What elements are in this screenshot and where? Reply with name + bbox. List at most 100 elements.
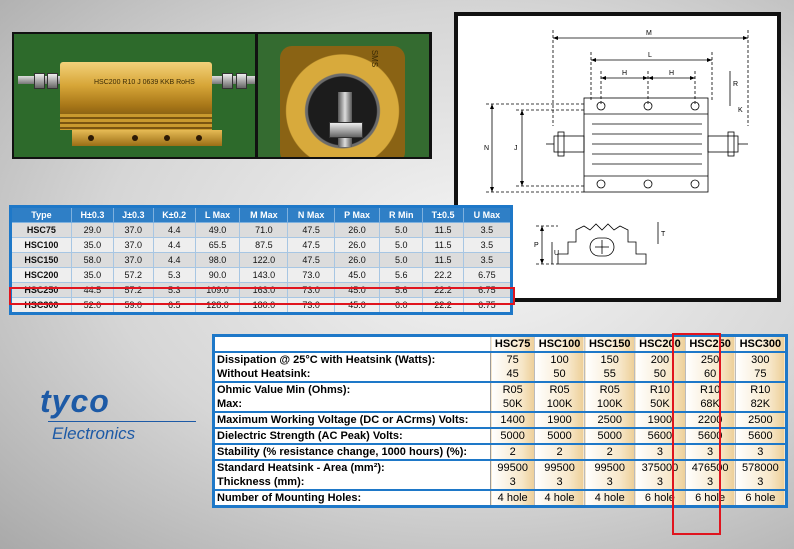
resistor-side-photo: HSC200 R10 J 0639 KKB RoHS bbox=[14, 34, 255, 157]
spec-value: 3 bbox=[684, 443, 736, 460]
dimension-cell: 122.0 bbox=[239, 252, 289, 268]
spec-value: 5600 bbox=[684, 427, 736, 444]
dimension-cell: 109.0 bbox=[194, 282, 241, 298]
spec-row: Dissipation @ 25°C with Heatsink (Watts)… bbox=[213, 351, 787, 367]
spec-value: 2 bbox=[584, 443, 635, 460]
dim-label-h2: H bbox=[669, 70, 674, 77]
spec-value: 5600 bbox=[634, 427, 686, 444]
dimension-cell: 5.0 bbox=[379, 222, 424, 238]
spec-value: R10 bbox=[734, 381, 787, 397]
spec-value: 1900 bbox=[634, 411, 686, 428]
dim-label-t: T bbox=[661, 231, 666, 238]
spec-value: 476500 bbox=[684, 459, 736, 475]
dimension-cell: 87.5 bbox=[239, 237, 289, 253]
dimension-cell: 180.0 bbox=[239, 297, 289, 314]
dimension-cell: 26.0 bbox=[333, 222, 381, 238]
spec-value: 1900 bbox=[533, 411, 585, 428]
spec-value: R05 bbox=[533, 381, 585, 397]
spec-row: Max: 50K 100K 100K 50K 68K 82K bbox=[213, 397, 787, 412]
spec-label: Dissipation @ 25°C with Heatsink (Watts)… bbox=[213, 351, 492, 367]
dimension-cell: 11.5 bbox=[422, 222, 464, 238]
dimension-cell: 22.2 bbox=[422, 297, 464, 314]
spec-value: 6 hole bbox=[684, 489, 736, 507]
dimension-cell: 128.0 bbox=[194, 297, 241, 314]
dimension-cell: 45.0 bbox=[333, 267, 381, 283]
spec-value: 3 bbox=[584, 475, 635, 490]
spec-label: Without Heatsink: bbox=[213, 367, 492, 382]
spec-value: 578000 bbox=[734, 459, 787, 475]
spec-value: 75 bbox=[734, 367, 787, 382]
dimension-cell: 49.0 bbox=[194, 222, 241, 238]
spec-value: 2200 bbox=[684, 411, 736, 428]
spec-label: Stability (% resistance change, 1000 hou… bbox=[213, 443, 492, 460]
dimension-cell: 57.2 bbox=[113, 267, 154, 283]
col-header: U Max bbox=[462, 206, 513, 223]
model-header: HSC300 bbox=[734, 335, 787, 352]
spec-row: Maximum Working Voltage (DC or ACrms) Vo… bbox=[213, 411, 787, 428]
dimension-cell: 35.0 bbox=[70, 267, 115, 283]
dim-label-k: K bbox=[738, 107, 743, 114]
dimension-header-row: Type H±0.3 J±0.3 K±0.2 L Max M Max N Max… bbox=[10, 206, 513, 223]
spec-value: 3 bbox=[734, 475, 787, 490]
col-header: T±0.5 bbox=[422, 206, 464, 223]
dimension-cell: 3.5 bbox=[462, 252, 513, 268]
dimension-cell: 11.5 bbox=[422, 237, 464, 253]
spec-label: Standard Heatsink - Area (mm²): bbox=[213, 459, 492, 475]
spec-value: 4 hole bbox=[490, 489, 535, 507]
spec-value: 250 bbox=[684, 351, 736, 367]
dimension-cell: 26.0 bbox=[333, 237, 381, 253]
model-header: HSC100 bbox=[533, 335, 585, 352]
dimension-cell: 5.3 bbox=[152, 267, 196, 283]
col-header: Type bbox=[10, 206, 72, 223]
end-marking: SMS bbox=[370, 49, 380, 68]
dimension-row: HSC100 35.0 37.0 4.4 65.5 87.5 47.5 26.0 5.0 11.5… bbox=[10, 237, 513, 253]
dimension-row: HSC150 58.0 37.0 4.4 98.0 122.0 47.5 26.0 5.0 11.… bbox=[10, 252, 513, 268]
spec-value: 99500 bbox=[490, 459, 535, 475]
logo-subtitle: Electronics bbox=[52, 424, 136, 443]
dimension-cell: 47.5 bbox=[287, 252, 335, 268]
spec-value: 3 bbox=[684, 475, 736, 490]
dimension-cell: 6.75 bbox=[462, 282, 513, 298]
spec-row: Thickness (mm): 3 3 3 3 3 3 bbox=[213, 475, 787, 490]
spec-value: 50 bbox=[634, 367, 686, 382]
logo-mark: tyco bbox=[40, 383, 110, 419]
spec-label: Max: bbox=[213, 397, 492, 412]
spec-label: Maximum Working Voltage (DC or ACrms) Vo… bbox=[213, 411, 492, 428]
col-header: L Max bbox=[194, 206, 241, 223]
dimension-table: Type H±0.3 J±0.3 K±0.2 L Max M Max N Max… bbox=[9, 205, 513, 315]
spec-header-row: HSC75 HSC100 HSC150 HSC200 HSC250 HSC300 bbox=[212, 335, 787, 352]
spec-value: 99500 bbox=[584, 459, 635, 475]
col-header: M Max bbox=[239, 206, 289, 223]
dimension-row: HSC75 29.0 37.0 4.4 49.0 71.0 47.5 26.0 5.0 11.5 3… bbox=[10, 222, 513, 238]
spec-value: 100K bbox=[533, 397, 585, 412]
dimension-cell: 52.0 bbox=[70, 297, 115, 314]
spec-label: Number of Mounting Holes: bbox=[213, 489, 492, 507]
spec-value: 6 hole bbox=[734, 489, 787, 507]
spec-value: 5600 bbox=[734, 427, 787, 444]
dimension-cell: 5.0 bbox=[379, 237, 424, 253]
spec-row: Ohmic Value Min (Ohms): R05 R05 R05 R10 R10 R1… bbox=[213, 381, 787, 397]
dim-label-p: P bbox=[534, 242, 539, 249]
dimension-cell: 6.0 bbox=[379, 297, 424, 314]
model-header: HSC250 bbox=[684, 335, 736, 352]
dimension-cell: 5.3 bbox=[152, 282, 196, 298]
dimension-cell: 4.4 bbox=[152, 237, 196, 253]
spec-value: R05 bbox=[584, 381, 635, 397]
dim-label-u: U bbox=[554, 250, 559, 257]
dimension-cell: 90.0 bbox=[194, 267, 241, 283]
spec-value: 4 hole bbox=[533, 489, 585, 507]
col-header: R Min bbox=[379, 206, 424, 223]
product-photos: HSC200 R10 J 0639 KKB RoHS SMS bbox=[12, 32, 432, 159]
dimension-cell: 37.0 bbox=[113, 222, 154, 238]
dimension-cell: 57.2 bbox=[113, 282, 154, 298]
dimension-cell: 4.4 bbox=[152, 252, 196, 268]
dim-label-j: J bbox=[514, 145, 518, 152]
type-cell: HSC300 bbox=[10, 297, 72, 314]
resistor-end-photo: SMS bbox=[258, 34, 429, 157]
dimension-cell: 73.0 bbox=[287, 282, 335, 298]
spec-value: 45 bbox=[490, 367, 535, 382]
spec-value: 99500 bbox=[533, 459, 585, 475]
dimension-cell: 73.0 bbox=[287, 267, 335, 283]
spec-label: Ohmic Value Min (Ohms): bbox=[213, 381, 492, 397]
type-cell: HSC200 bbox=[10, 267, 72, 283]
